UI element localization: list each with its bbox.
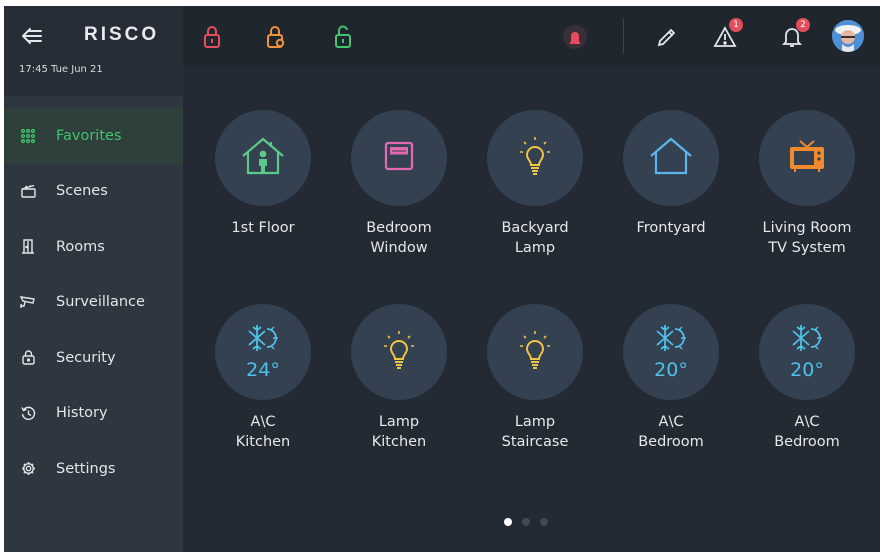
sidebar-item-scenes[interactable]: Scenes [4, 164, 183, 220]
sidebar-item-history[interactable]: History [4, 386, 183, 442]
alert-icon[interactable]: 1 [713, 18, 743, 50]
lock-disarmed-icon[interactable] [331, 24, 355, 50]
sidebar: RISCO 17:45 Tue Jun 21 Favorites Scenes [4, 6, 183, 552]
sidebar-item-label: Favorites [56, 127, 122, 144]
camera-icon [20, 294, 36, 310]
history-icon [20, 405, 36, 421]
tile-label: 1st Floor [231, 220, 295, 236]
topbar-divider [623, 18, 624, 54]
page-dot-2[interactable] [522, 518, 530, 526]
lamp-icon [382, 330, 416, 374]
favorite-tile-ac-kitchen[interactable]: 24° A\C Kitchen [208, 304, 318, 452]
tile-icon-circle[interactable] [351, 110, 447, 206]
page-dot-3[interactable] [540, 518, 548, 526]
clapperboard-icon [20, 183, 36, 199]
favorite-tile-backyard-lamp[interactable]: Backyard Lamp [480, 110, 590, 258]
lock-partial-icon[interactable] [264, 24, 288, 50]
app-window: RISCO 17:45 Tue Jun 21 Favorites Scenes [4, 6, 880, 552]
edit-icon[interactable] [655, 24, 679, 50]
tile-label: Lamp Kitchen [371, 414, 427, 450]
tile-label: A\C Kitchen [235, 414, 291, 450]
sidebar-item-label: History [56, 405, 108, 422]
tile-temperature: 24° [246, 359, 280, 381]
sidebar-header: RISCO 17:45 Tue Jun 21 [4, 6, 183, 96]
sidebar-item-favorites[interactable]: Favorites [4, 108, 183, 164]
lock-armed-icon[interactable] [200, 24, 224, 50]
tile-icon-circle[interactable] [487, 304, 583, 400]
siren-icon[interactable] [562, 24, 588, 50]
collapse-menu-icon[interactable] [21, 26, 43, 46]
ac-icon [247, 323, 279, 357]
tv-icon [787, 139, 827, 177]
tile-temperature: 20° [654, 359, 688, 381]
tile-label: Living Room TV System [762, 220, 852, 256]
house-person-icon [240, 136, 286, 180]
ac-icon [791, 323, 823, 357]
alerts-badge: 1 [729, 18, 743, 32]
sidebar-item-label: Surveillance [56, 294, 145, 311]
tile-icon-circle[interactable] [623, 110, 719, 206]
notifications-badge: 2 [796, 18, 810, 32]
gear-icon [20, 461, 36, 477]
favorites-grid: 1st Floor Bedroom Window Backyard Lamp F… [183, 66, 880, 552]
favorite-tile-bedroom-window[interactable]: Bedroom Window [344, 110, 454, 258]
window-icon [384, 141, 414, 175]
favorite-tile-1st-floor[interactable]: 1st Floor [208, 110, 318, 238]
bell-icon[interactable]: 2 [780, 18, 810, 50]
tile-icon-circle[interactable]: 20° [623, 304, 719, 400]
tile-label: A\C Bedroom [638, 414, 704, 450]
datetime: 17:45 Tue Jun 21 [19, 64, 103, 75]
tile-icon-circle[interactable] [351, 304, 447, 400]
favorite-tile-lamp-kitchen[interactable]: Lamp Kitchen [344, 304, 454, 452]
user-avatar[interactable] [832, 20, 864, 52]
grid-icon [20, 128, 36, 144]
sidebar-item-label: Settings [56, 460, 116, 477]
sidebar-item-label: Security [56, 349, 116, 366]
top-bar: 1 2 [183, 6, 880, 66]
sidebar-item-label: Scenes [56, 183, 108, 200]
tile-icon-circle[interactable] [759, 110, 855, 206]
tile-icon-circle[interactable]: 24° [215, 304, 311, 400]
sidebar-nav: Favorites Scenes Rooms Surveillance Secu… [4, 108, 183, 497]
tile-label: Bedroom Window [366, 220, 432, 256]
page-dot-1[interactable] [504, 518, 512, 526]
lock-icon [20, 350, 36, 366]
tile-icon-circle[interactable] [487, 110, 583, 206]
ac-icon [655, 323, 687, 357]
favorite-tile-ac-bedroom-2[interactable]: 20° A\C Bedroom [752, 304, 862, 452]
tile-label: Frontyard [636, 220, 706, 236]
sidebar-item-rooms[interactable]: Rooms [4, 219, 183, 275]
tile-temperature: 20° [790, 359, 824, 381]
lamp-icon [518, 330, 552, 374]
sidebar-item-label: Rooms [56, 238, 105, 255]
tile-icon-circle[interactable]: 20° [759, 304, 855, 400]
sidebar-item-settings[interactable]: Settings [4, 441, 183, 497]
tile-icon-circle[interactable] [215, 110, 311, 206]
tile-label: A\C Bedroom [774, 414, 840, 450]
lamp-icon [518, 136, 552, 180]
tile-label: Lamp Staircase [501, 414, 569, 450]
pagination-dots [504, 518, 548, 526]
tile-label: Backyard Lamp [501, 220, 569, 256]
sidebar-item-surveillance[interactable]: Surveillance [4, 275, 183, 331]
risco-logo: RISCO [84, 24, 160, 45]
favorite-tile-frontyard[interactable]: Frontyard [616, 110, 726, 238]
favorite-tile-lamp-staircase[interactable]: Lamp Staircase [480, 304, 590, 452]
house-icon [648, 136, 694, 180]
door-icon [20, 239, 36, 255]
sidebar-item-security[interactable]: Security [4, 330, 183, 386]
favorite-tile-living-room-tv[interactable]: Living Room TV System [752, 110, 862, 258]
favorite-tile-ac-bedroom[interactable]: 20° A\C Bedroom [616, 304, 726, 452]
